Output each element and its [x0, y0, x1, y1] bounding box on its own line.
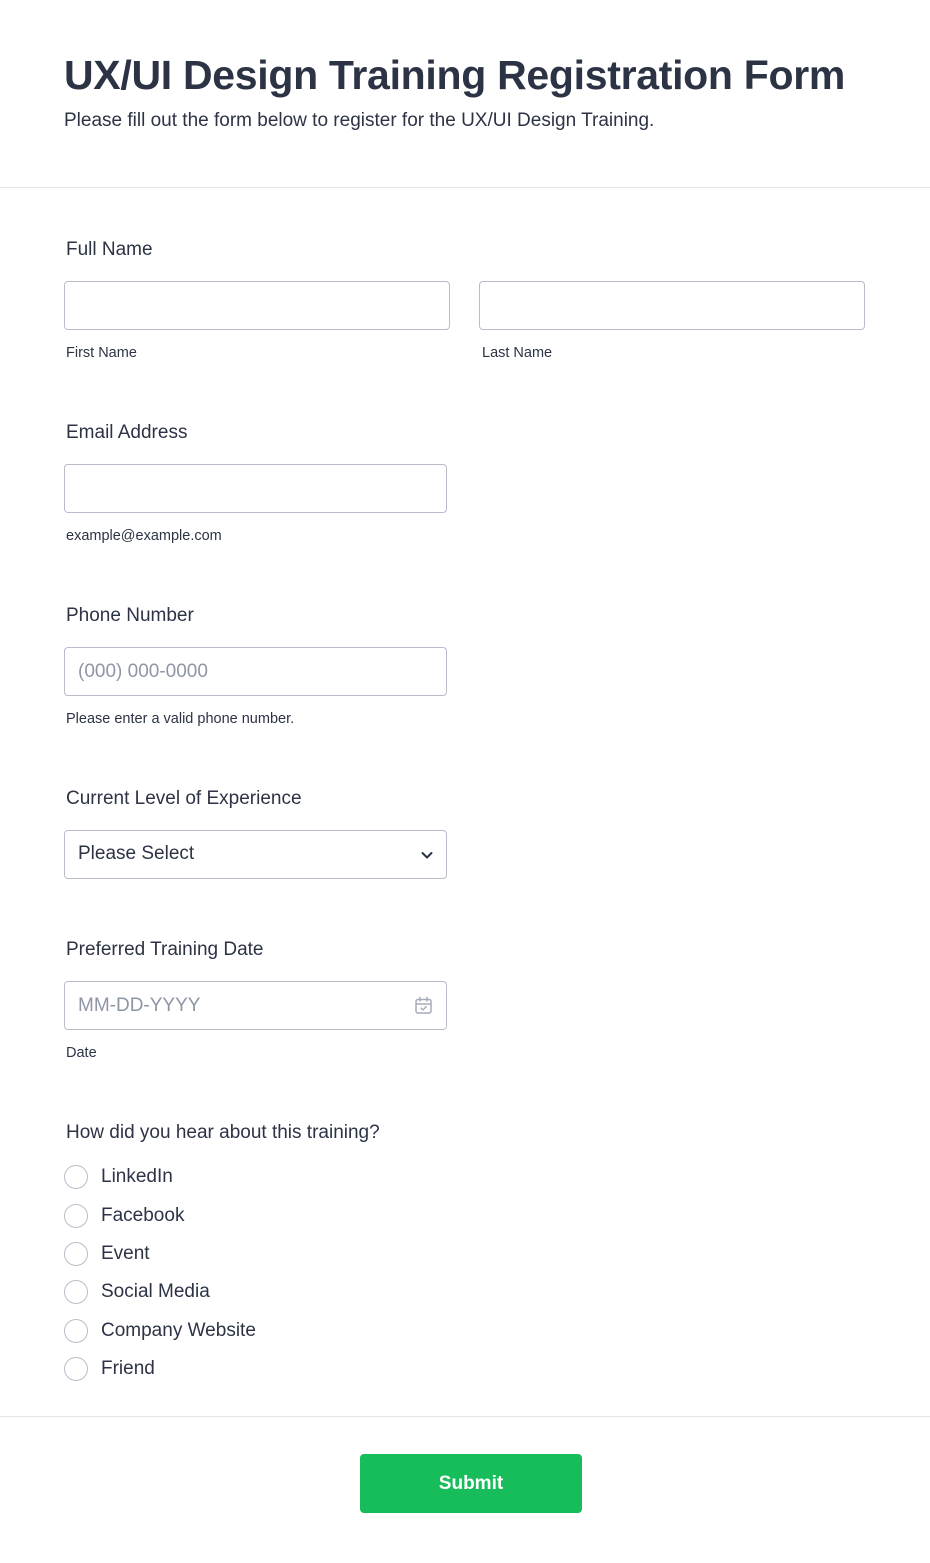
experience-selected-value: Please Select [78, 843, 195, 864]
radio-button[interactable] [64, 1204, 88, 1228]
first-name-sublabel: First Name [66, 345, 137, 361]
experience-select[interactable]: Please Select [64, 830, 447, 879]
radio-label: Facebook [101, 1205, 185, 1226]
radio-label: LinkedIn [101, 1166, 173, 1187]
page-subtitle: Please fill out the form below to regist… [64, 110, 655, 131]
radio-button[interactable] [64, 1280, 88, 1304]
page-title: UX/UI Design Training Registration Form [64, 52, 846, 98]
training-date-label: Preferred Training Date [66, 939, 264, 960]
radio-label: Event [101, 1243, 150, 1264]
submit-button[interactable]: Submit [360, 1454, 582, 1513]
email-input[interactable] [64, 464, 447, 513]
radio-label: Social Media [101, 1281, 210, 1302]
phone-sublabel: Please enter a valid phone number. [66, 711, 295, 727]
training-date-input[interactable] [64, 981, 447, 1030]
radio-label: Friend [101, 1358, 155, 1379]
email-sublabel: example@example.com [66, 528, 222, 544]
radio-option-event[interactable]: Event [64, 1241, 150, 1267]
radio-button[interactable] [64, 1242, 88, 1266]
radio-button[interactable] [64, 1165, 88, 1189]
radio-option-friend[interactable]: Friend [64, 1356, 155, 1382]
form-header: UX/UI Design Training Registration Form … [0, 0, 930, 188]
radio-button[interactable] [64, 1319, 88, 1343]
radio-button[interactable] [64, 1357, 88, 1381]
full-name-label: Full Name [66, 239, 153, 260]
last-name-input[interactable] [479, 281, 865, 330]
radio-label: Company Website [101, 1320, 256, 1341]
radio-option-linkedin[interactable]: LinkedIn [64, 1164, 173, 1190]
experience-label: Current Level of Experience [66, 788, 302, 809]
calendar-icon[interactable] [414, 996, 433, 1015]
training-date-sublabel: Date [66, 1045, 97, 1061]
last-name-sublabel: Last Name [482, 345, 553, 361]
radio-option-social-media[interactable]: Social Media [64, 1279, 210, 1305]
phone-label: Phone Number [66, 605, 194, 626]
radio-option-facebook[interactable]: Facebook [64, 1203, 184, 1229]
email-label: Email Address [66, 422, 188, 443]
radio-option-company-website[interactable]: Company Website [64, 1318, 256, 1344]
phone-input[interactable] [64, 647, 447, 696]
referral-label: How did you hear about this training? [66, 1122, 380, 1143]
footer-divider [0, 1416, 930, 1417]
chevron-down-icon [421, 852, 433, 859]
first-name-input[interactable] [64, 281, 450, 330]
